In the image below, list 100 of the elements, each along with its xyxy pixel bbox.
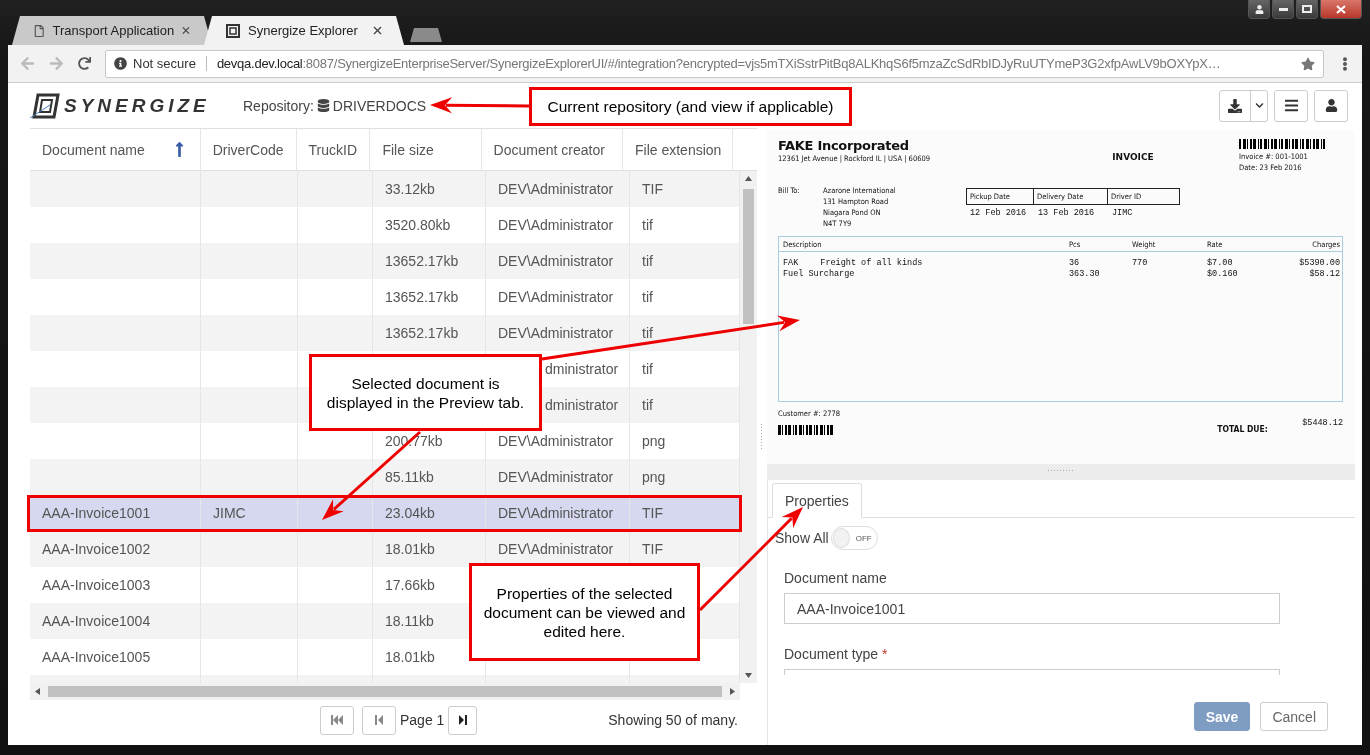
- close-icon[interactable]: [182, 26, 190, 35]
- table-cell: 13652.17kb: [385, 289, 459, 305]
- table-cell: TIF: [642, 181, 663, 197]
- line-item-rate: $7.00: [1207, 258, 1234, 269]
- table-cell: DEV\Administrator: [498, 325, 614, 341]
- info-icon: [114, 57, 127, 70]
- table-cell: TIF: [642, 541, 663, 557]
- shipment-value: 13 Feb 2016: [1037, 207, 1096, 220]
- table-cell: dministrator: [545, 397, 619, 413]
- shipment-value: 12 Feb 2016: [969, 207, 1028, 220]
- app-logo-icon: [226, 23, 240, 38]
- callout-tooltip: Properties of the selected document can be viewed and edited here.: [469, 563, 700, 661]
- page-number: Page 1: [400, 712, 445, 728]
- table-row[interactable]: 13652.17kb DEV\Administrator tif: [30, 243, 740, 279]
- close-icon[interactable]: [373, 26, 382, 35]
- first-page-icon: [331, 715, 343, 725]
- line-item-weight: 770: [1132, 258, 1149, 269]
- table-row[interactable]: 85.11kb DEV\Administrator png: [30, 459, 740, 495]
- table-cell: AAA-Invoice1003: [42, 577, 151, 593]
- horizontal-scrollbar[interactable]: [30, 683, 740, 700]
- caret-icon: [1254, 101, 1264, 110]
- repository-name: DRIVERDOCS: [332, 97, 427, 114]
- table-cell: 33.12kb: [385, 181, 435, 197]
- previous-page-icon: [375, 715, 383, 725]
- cancel-button[interactable]: Cancel: [1260, 702, 1328, 731]
- table-cell: DEV\Administrator: [498, 505, 614, 521]
- download-button[interactable]: [1219, 89, 1268, 122]
- security-label: Not secure: [133, 56, 207, 71]
- callout-tooltip: Selected document is displayed in the Preview tab.: [309, 354, 542, 431]
- table-cell: AAA-Invoice1004: [42, 613, 151, 629]
- close-button[interactable]: [1320, 0, 1362, 19]
- table-cell: DEV\Administrator: [498, 253, 614, 269]
- barcode-icon: [778, 425, 834, 435]
- field-label: Document type *: [784, 646, 889, 662]
- line-item-charges: $58.12: [1308, 269, 1340, 280]
- table-cell: 18.11kb: [385, 613, 434, 629]
- table-cell: DEV\Administrator: [498, 541, 614, 557]
- table-cell: dministrator: [545, 361, 619, 377]
- browser-tab[interactable]: Synergize Explorer: [204, 16, 404, 45]
- table-cell: 13652.17kb: [385, 325, 459, 341]
- barcode-icon: [1239, 139, 1327, 149]
- scroll-right-icon[interactable]: [730, 688, 735, 695]
- table-row[interactable]: 33.12kb DEV\Administrator TIF: [30, 171, 740, 207]
- table-row[interactable]: AAA-Invoice1002 18.01kb DEV\Administrator TIF: [30, 531, 740, 567]
- table-cell: 85.11kb: [385, 469, 434, 485]
- table-cell: tif: [642, 397, 653, 413]
- menu-icon: [1283, 98, 1299, 113]
- minimize-icon: [1278, 7, 1288, 11]
- invoice-title: INVOICE: [1111, 152, 1155, 162]
- table-cell: tif: [642, 217, 653, 233]
- table-cell: 3520.80kb: [385, 217, 451, 233]
- scroll-up-icon[interactable]: [745, 176, 752, 181]
- minimize-button[interactable]: [1272, 0, 1294, 19]
- table-cell: 17.66kb: [385, 577, 435, 593]
- user-icon: [1324, 99, 1338, 112]
- results-summary: Showing 50 of many.: [608, 712, 739, 728]
- table-cell: JIMC: [213, 505, 246, 521]
- show-all-toggle[interactable]: OFF: [830, 526, 878, 550]
- url-text: devqa.dev.local:8087/SynergizeEnterpriseServer/SynergizeExplorerUI/#/integration?encrypted=vjs5mTXiSstrPitBq8ALKhqS6f5mzaZcSdRbIDJyRuUTYmeP3G2xfpAwLV9bOXYpX…: [216, 56, 1221, 71]
- scroll-down-icon[interactable]: [745, 673, 752, 678]
- vertical-scrollbar[interactable]: [740, 171, 757, 683]
- line-item-pieces: 36: [1069, 258, 1081, 269]
- table-cell: TIF: [642, 505, 663, 521]
- show-all-label: Show All: [775, 530, 829, 546]
- table-cell: DEV\Administrator: [498, 217, 614, 233]
- table-cell: 23.04kb: [385, 505, 435, 521]
- input-field[interactable]: AAA-Invoice1001: [784, 593, 1280, 624]
- star-icon[interactable]: [1301, 56, 1315, 71]
- profile-button[interactable]: [1248, 0, 1270, 19]
- reload-icon[interactable]: [78, 57, 91, 70]
- table-cell: png: [642, 433, 666, 449]
- line-item-code: Fuel Surcharge: [783, 269, 855, 280]
- new-tab-button[interactable]: [410, 28, 442, 42]
- scroll-left-icon[interactable]: [35, 688, 40, 695]
- table-cell: AAA-Invoice1005: [42, 649, 151, 665]
- maximize-button[interactable]: [1296, 0, 1318, 19]
- table-cell: tif: [642, 361, 653, 377]
- logo-icon: [30, 92, 60, 119]
- table-cell: DEV\Administrator: [498, 469, 614, 485]
- table-cell: AAA-Invoice1002: [42, 541, 151, 557]
- logo-text: SYNERGIZE: [64, 94, 210, 117]
- properties-tab[interactable]: Properties: [772, 483, 862, 518]
- table-cell: tif: [642, 325, 653, 341]
- repository-label: Repository:: [243, 97, 314, 114]
- total-due-label: TOTAL DUE:: [1217, 424, 1269, 435]
- user-button[interactable]: [1314, 89, 1348, 122]
- table-row[interactable]: 13652.17kb DEV\Administrator tif: [30, 315, 740, 351]
- maximize-icon: [1302, 5, 1312, 13]
- total-due-amount: $5448.12: [1302, 418, 1343, 430]
- menu-button[interactable]: [1274, 89, 1308, 122]
- table-cell: 18.01kb: [385, 541, 435, 557]
- scrollbar-thumb[interactable]: [48, 686, 722, 697]
- scrollbar-thumb[interactable]: [743, 189, 754, 324]
- next-page-button[interactable]: [448, 705, 478, 735]
- address-bar[interactable]: Not secure devqa.dev.local:8087/SynergizeEnterpriseServer/SynergizeExplorerUI/#/integration?encrypted=vjs5mTXiSstrPitBq8ALKhqS6f5mzaZcSdRbIDJyRuUTYmeP3G2xfpAwLV9bOXYpX…: [105, 49, 1324, 78]
- table-cell: AAA-Invoice1001: [42, 505, 151, 521]
- line-item-pieces: 363.30: [1069, 269, 1101, 280]
- line-item-charges: $5390.00: [1298, 258, 1340, 269]
- table-cell: 18.01kb: [385, 649, 435, 665]
- line-item-description: Freight of all kinds: [820, 258, 923, 269]
